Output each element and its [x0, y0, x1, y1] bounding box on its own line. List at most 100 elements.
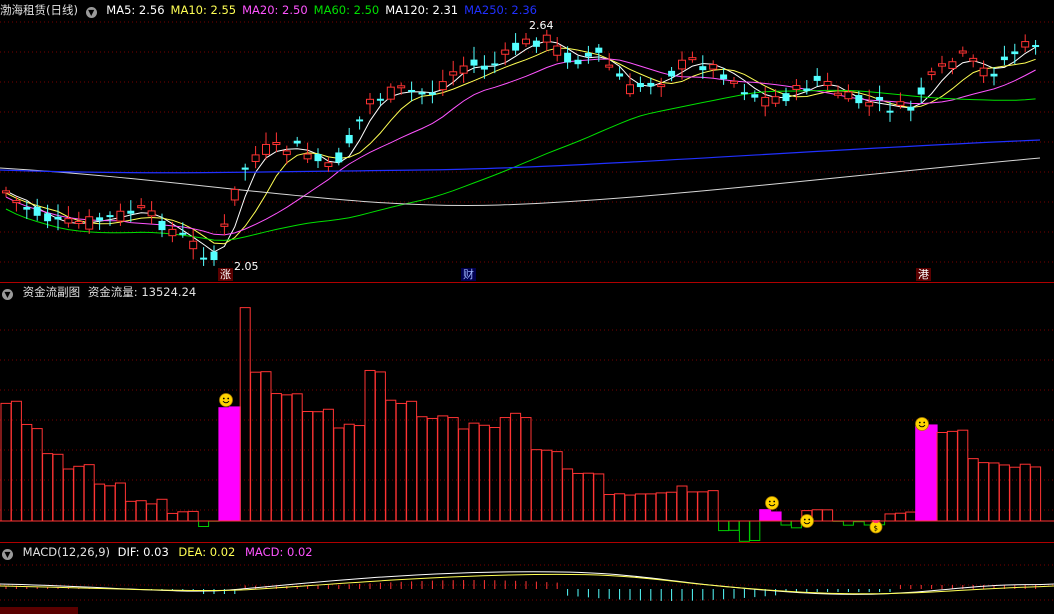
flow-panel-title[interactable]: 资金流副图 [23, 285, 81, 299]
ma5-label: MA5: 2.56 [106, 3, 165, 17]
flow-bar [510, 412, 522, 522]
flow-bar [1009, 466, 1021, 522]
candle [449, 60, 458, 86]
candle [1011, 43, 1019, 65]
ma120-label: MA120: 2.31 [385, 3, 459, 17]
candle [626, 73, 634, 97]
candle [491, 51, 499, 74]
flow-panel-header: ▼ 资金流副图 资金流量: 13524.24 [0, 284, 202, 300]
flow-bar [198, 520, 210, 527]
ma5-line [5, 40, 1036, 253]
flow-bar [218, 407, 231, 521]
flow-bar [749, 520, 761, 541]
flow-bar [250, 371, 262, 522]
macd-panel-header: ▼ MACD(12,26,9) DIF: 0.03 DEA: 0.02 MACD… [0, 544, 319, 560]
flow-bar [738, 520, 750, 542]
flow-bar [905, 511, 917, 522]
macd-title[interactable]: MACD(12,26,9) [23, 545, 110, 559]
candle [553, 37, 562, 62]
flow-bar [967, 458, 979, 522]
flow-bar [697, 491, 709, 522]
flow-bar [135, 500, 147, 522]
flow-bar [333, 427, 345, 522]
ma-legend: MA5: 2.56 MA10: 2.55 MA20: 2.50 MA60: 2.50 M… [106, 3, 543, 17]
candle [147, 201, 156, 225]
flow-bar [655, 492, 667, 522]
flow-bar [541, 449, 553, 522]
flow-bar [94, 483, 106, 522]
stock-chart-window[interactable]: $ 渤海租赁(日线) ▼ MA5: 2.56 MA10: 2.55 MA20: 2.… [0, 0, 1054, 614]
flow-bar [302, 411, 314, 522]
flow-bar [458, 428, 470, 522]
ma250-line [0, 139, 1041, 174]
flow-bar [156, 498, 168, 522]
candle [23, 201, 31, 219]
candle [210, 245, 218, 266]
candle [584, 45, 592, 64]
smiley-icon [219, 393, 233, 407]
flow-bar [10, 400, 22, 522]
candle [865, 89, 874, 116]
low-price-label: 2.05 [234, 260, 259, 273]
candle [262, 132, 270, 160]
candle [605, 53, 614, 71]
candle [2, 186, 10, 197]
event-marker-finance[interactable]: 财 [461, 268, 476, 281]
candle [189, 229, 198, 260]
candle [1021, 34, 1030, 52]
flow-bar [551, 451, 563, 522]
flow-bar [83, 464, 95, 522]
flow-bar [187, 510, 199, 522]
candle [33, 198, 41, 221]
flow-bar [468, 422, 480, 522]
candle [293, 136, 301, 147]
candle [512, 33, 520, 55]
moving-average-lines [0, 40, 1041, 253]
flow-bar [957, 429, 969, 522]
macd-histogram [0, 571, 1054, 601]
scrollbar-thumb[interactable] [0, 607, 78, 614]
flow-bar [364, 369, 376, 522]
flow-bar [676, 485, 688, 522]
candle [386, 83, 395, 103]
flow-bar [281, 394, 293, 522]
candle [709, 60, 718, 78]
dea-label: DEA: 0.02 [178, 545, 236, 559]
flow-bar [769, 511, 782, 521]
chevron-down-icon[interactable]: ▼ [2, 289, 13, 300]
chevron-down-icon[interactable]: ▼ [85, 7, 97, 18]
flow-bar [499, 417, 511, 522]
candle [230, 186, 239, 206]
chevron-down-icon[interactable]: ▼ [2, 549, 13, 560]
flow-bar [520, 417, 532, 522]
flow-bar [322, 408, 334, 522]
flow-bar [562, 468, 574, 522]
candle [813, 68, 821, 87]
flow-bar [478, 424, 490, 522]
stock-title[interactable]: 渤海租赁(日线) [0, 3, 78, 17]
candle [345, 127, 353, 148]
flow-value-label: 资金流量: 13524.24 [87, 285, 197, 299]
flow-bar [312, 411, 324, 522]
flow-bar [790, 520, 802, 529]
candle [459, 56, 468, 83]
fund-flow-bars[interactable] [0, 307, 1054, 542]
smiley-icon [800, 514, 814, 528]
candle [272, 132, 281, 153]
panel-divider[interactable] [0, 282, 1054, 283]
panel-divider[interactable] [0, 542, 1054, 543]
event-marker-hk[interactable]: 港 [916, 268, 931, 281]
flow-bar [936, 432, 948, 522]
chart-canvas[interactable]: $ [0, 0, 1054, 614]
flow-bar [728, 520, 740, 531]
flow-bar [21, 423, 33, 522]
event-marker-rise[interactable]: 涨 [218, 268, 233, 281]
candle [657, 77, 666, 97]
flow-bar [291, 393, 303, 522]
flow-bar [780, 520, 792, 526]
flow-bar [1019, 463, 1031, 522]
flow-bar [978, 462, 990, 522]
candle [823, 72, 832, 91]
ma20-label: MA20: 2.50 [242, 3, 308, 17]
flow-bar [0, 402, 12, 522]
